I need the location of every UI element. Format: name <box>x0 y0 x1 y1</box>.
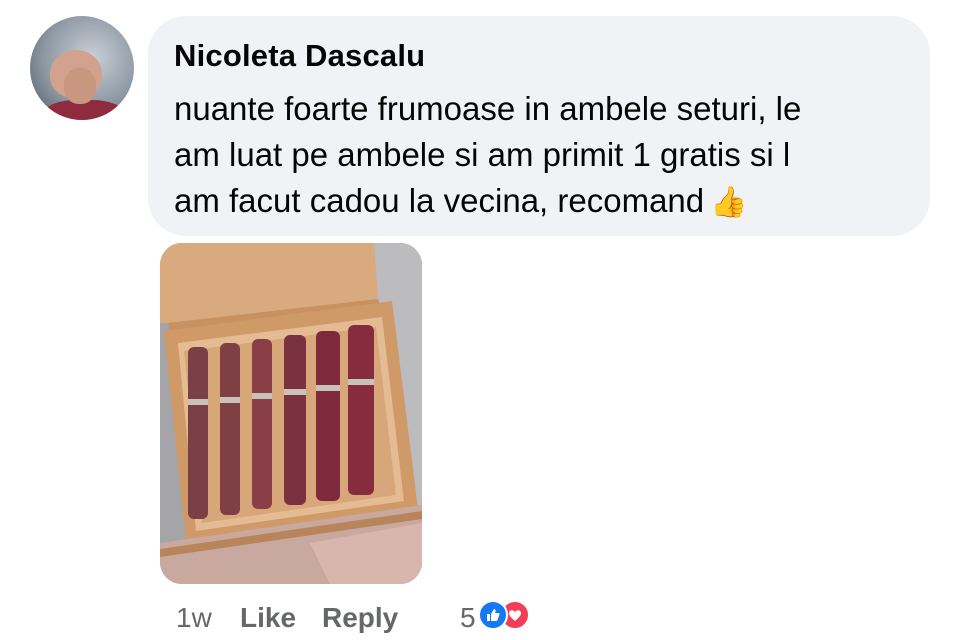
reaction-count: 5 <box>460 602 476 633</box>
avatar-face <box>64 68 96 104</box>
attachment-photo[interactable] <box>160 243 422 584</box>
like-icon <box>478 600 508 630</box>
comment-timestamp[interactable]: 1w <box>176 602 212 634</box>
thumbs-up-icon: 👍 <box>710 186 748 220</box>
reply-button[interactable]: Reply <box>322 602 398 634</box>
avatar[interactable] <box>30 16 134 120</box>
comment-text-line: am facut cadou la vecina, recomand 👍 <box>174 178 914 226</box>
comment-text-line-content: am facut cadou la vecina, recomand <box>174 182 705 219</box>
comment: Nicoleta Dascalu nuante foarte frumoase … <box>0 0 976 640</box>
comment-text: nuante foarte frumoase in ambele seturi,… <box>174 86 914 226</box>
like-button[interactable]: Like <box>240 602 296 634</box>
comment-text-line: nuante foarte frumoase in ambele seturi,… <box>174 90 802 127</box>
lipstick-set-photo <box>160 243 422 584</box>
comment-bubble: Nicoleta Dascalu nuante foarte frumoase … <box>148 16 930 236</box>
comment-text-line: am luat pe ambele si am primit 1 gratis … <box>174 136 791 173</box>
comment-author[interactable]: Nicoleta Dascalu <box>174 38 425 74</box>
